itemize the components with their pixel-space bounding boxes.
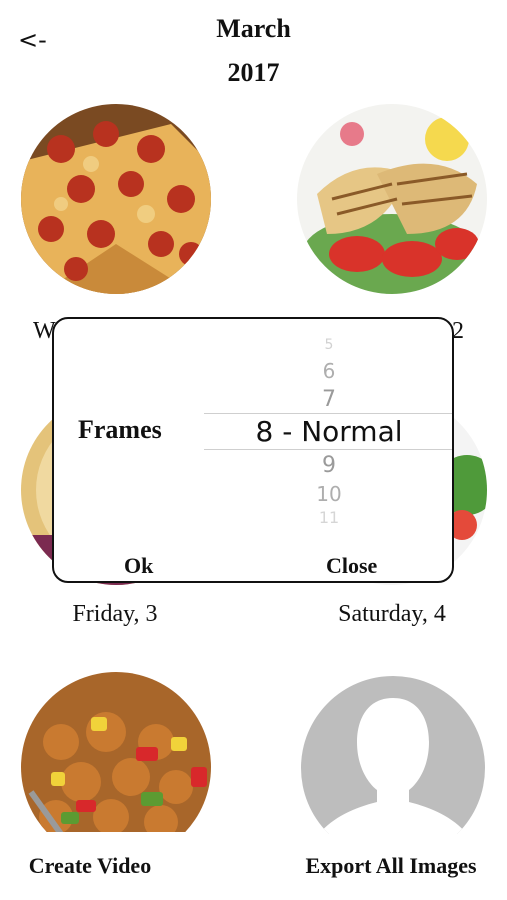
frames-label: Frames bbox=[78, 415, 162, 444]
export-all-images-button[interactable]: Export All Images bbox=[287, 853, 495, 879]
close-button[interactable]: Close bbox=[326, 553, 377, 579]
grilled-chicken-image[interactable] bbox=[297, 104, 487, 294]
frames-dialog: Frames 5 6 7 8 - Normal 9 10 11 Ok Close bbox=[52, 317, 454, 583]
picker-selected-item[interactable]: 8 - Normal bbox=[204, 415, 452, 448]
picker-item[interactable]: 6 bbox=[204, 359, 452, 383]
picker-item[interactable]: 10 bbox=[204, 482, 452, 506]
person-placeholder-icon[interactable] bbox=[301, 676, 485, 834]
picker-item[interactable]: 9 bbox=[204, 453, 452, 478]
ok-button[interactable]: Ok bbox=[124, 553, 153, 579]
year-title: 2017 bbox=[227, 58, 280, 87]
kung-pao-image[interactable] bbox=[21, 672, 211, 832]
frames-picker[interactable]: 5 6 7 8 - Normal 9 10 11 bbox=[204, 319, 452, 529]
picker-item[interactable]: 11 bbox=[204, 508, 452, 527]
picker-item[interactable]: 5 bbox=[204, 337, 452, 353]
day-label-friday: Friday, 3 bbox=[72, 601, 158, 627]
pizza-image[interactable] bbox=[21, 104, 211, 294]
day-label-saturday: Saturday, 4 bbox=[338, 601, 446, 627]
picker-item[interactable]: 7 bbox=[204, 387, 452, 412]
picker-selection-bottom-line bbox=[204, 449, 452, 450]
create-video-button[interactable]: Create Video bbox=[14, 853, 166, 879]
picker-selection-top-line bbox=[204, 413, 452, 414]
month-title: March bbox=[216, 14, 291, 43]
